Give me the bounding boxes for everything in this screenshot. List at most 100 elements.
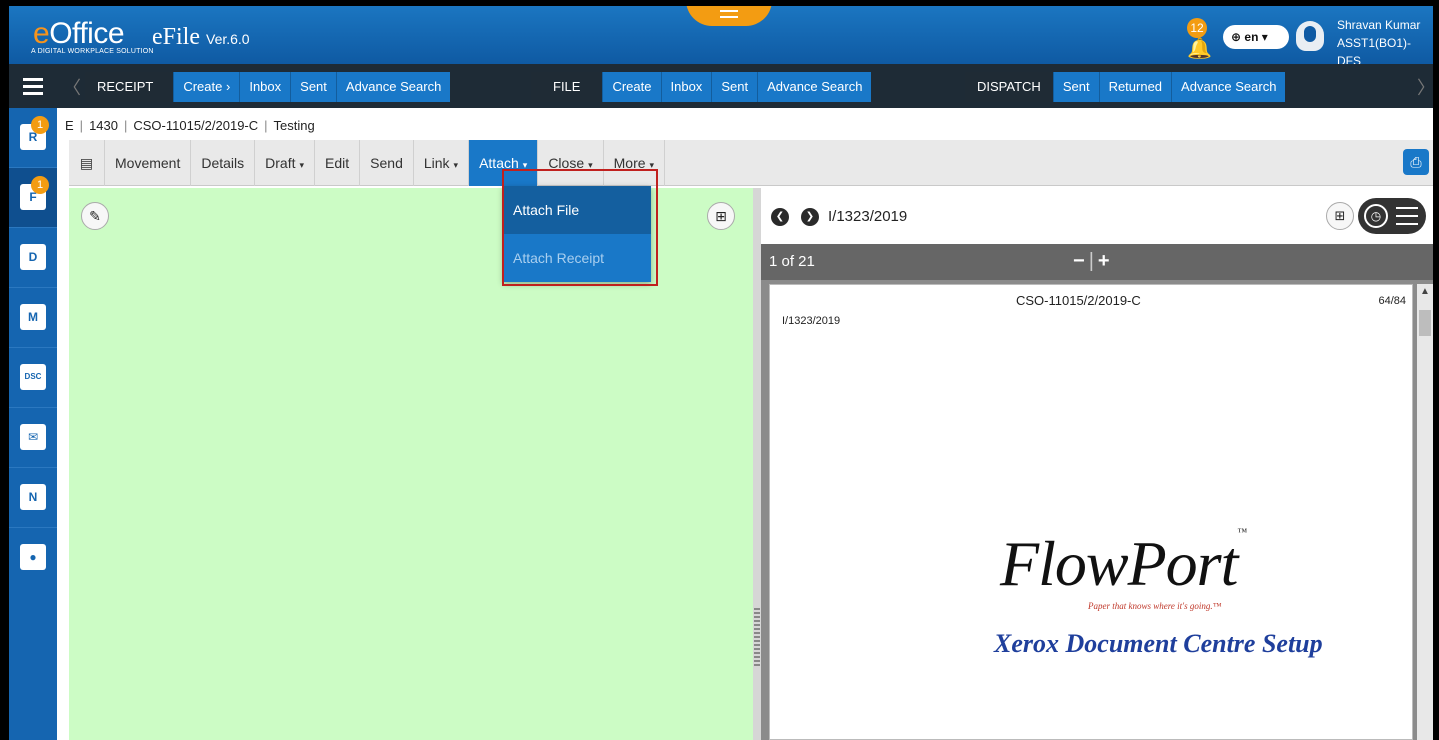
document-nav: ❮ ❯ I/1323/2019 ⊞ ◷ [761, 188, 1433, 244]
dispatch-icon: D [20, 244, 46, 270]
receipt-sent-button[interactable]: Sent [290, 72, 336, 102]
details-button[interactable]: Details [191, 140, 256, 186]
file-create-button[interactable]: Create [602, 72, 661, 102]
app-version: Ver.6.0 [206, 31, 250, 47]
dispatch-label[interactable]: DISPATCH [965, 72, 1053, 102]
expand-icon: ⊞ [1334, 208, 1346, 223]
left-sidebar: R 1 F 1 D M DSC ✉ N ● [9, 108, 57, 740]
edit-button[interactable]: Edit [315, 140, 361, 186]
logo-office: Office [49, 17, 124, 50]
splitter-grip[interactable] [754, 608, 760, 668]
file-sent-button[interactable]: Sent [711, 72, 758, 102]
file-advance-search-button[interactable]: Advance Search [757, 72, 872, 102]
sidebar-item-file[interactable]: F 1 [9, 168, 57, 228]
file-type: E [65, 118, 74, 133]
dsc-icon: DSC [20, 364, 46, 390]
globe-icon: ⊕ [1231, 30, 1242, 44]
expand-pane-button[interactable]: ⊞ [707, 202, 735, 230]
receipt-create-button[interactable]: Create › [173, 72, 240, 102]
history-list-toggle[interactable]: ◷ [1358, 198, 1426, 234]
dispatch-sent-button[interactable]: Sent [1052, 72, 1099, 102]
viewer-scrollbar[interactable]: ▲ [1417, 284, 1433, 740]
chevron-right-icon: › [226, 79, 231, 94]
sidebar-item-mail[interactable]: ✉ [9, 408, 57, 468]
logo-e: e [33, 17, 50, 50]
next-doc-icon[interactable]: ❯ [801, 208, 819, 226]
receipt-advance-search-button[interactable]: Advance Search [335, 72, 451, 102]
send-button[interactable]: Send [360, 140, 414, 186]
page-indicator: 1 of 21 [769, 253, 815, 270]
flowport-logo: FlowPort™ [1000, 527, 1247, 601]
sidebar-item-notice[interactable]: N [9, 468, 57, 528]
dispatch-nav-group: DISPATCH Sent Returned Advance Search [965, 72, 1286, 102]
app-header: eOffice A DIGITAL WORKPLACE SOLUTION eFi… [9, 6, 1433, 68]
eoffice-logo[interactable]: eOffice A DIGITAL WORKPLACE SOLUTION [31, 17, 154, 56]
write-note-button[interactable]: ✎ [81, 202, 109, 230]
receipt-inbox-button[interactable]: Inbox [239, 72, 291, 102]
sidebar-item-dispatch[interactable]: D [9, 228, 57, 288]
flowport-logo-text: FlowPort [1000, 528, 1238, 599]
scroll-up-icon[interactable]: ▲ [1420, 286, 1430, 297]
hamburger-bar [23, 92, 43, 95]
page-header: CSO-11015/2/2019-C [1016, 293, 1141, 308]
notifications[interactable]: 🔔 12 [1183, 18, 1213, 60]
notice-icon: N [20, 484, 46, 510]
file-number: 1430 [89, 118, 118, 133]
flowport-logo-tm: ™ [1237, 527, 1247, 538]
mail-icon: ✉ [20, 424, 46, 450]
file-label[interactable]: FILE [531, 72, 603, 102]
sidebar-badge: 1 [31, 116, 49, 134]
file-view-icon[interactable]: ▤ [69, 140, 105, 186]
previous-doc-icon[interactable]: ❮ [771, 208, 789, 226]
collapse-header-tab[interactable] [686, 6, 772, 26]
movement-button[interactable]: Movement [105, 140, 192, 186]
draft-dropdown[interactable]: Draft ▾ [255, 140, 316, 186]
file-inbox-button[interactable]: Inbox [660, 72, 712, 102]
master-icon: M [20, 304, 46, 330]
pane-splitter[interactable] [753, 188, 761, 740]
link-label: Link [423, 155, 450, 171]
nav-scroll-left-icon[interactable]: 〈 [63, 74, 81, 100]
user-name: Shravan Kumar [1337, 18, 1421, 32]
sidebar-item-dsc[interactable]: DSC [9, 348, 57, 408]
viewer-toolbar: 1 of 21 − | + [761, 244, 1433, 280]
zoom-in-icon[interactable]: + [1098, 250, 1110, 272]
dispatch-returned-button[interactable]: Returned [1098, 72, 1172, 102]
nav-scroll-right-icon[interactable]: 〉 [1417, 74, 1433, 100]
top-navigation: 〈 RECEIPT Create › Inbox Sent Advance Se… [57, 64, 1433, 108]
file-nav-group: FILE Create Inbox Sent Advance Search [531, 72, 872, 102]
language-value: en [1244, 30, 1259, 44]
link-dropdown[interactable]: Link ▾ [414, 140, 470, 186]
file-code: CSO-11015/2/2019-C [133, 118, 259, 133]
screen-frame: eOffice A DIGITAL WORKPLACE SOLUTION eFi… [0, 0, 1439, 740]
expand-viewer-button[interactable]: ⊞ [1326, 202, 1354, 230]
app-name: eFile [152, 24, 200, 50]
print-button[interactable]: ⎙ [1403, 149, 1429, 175]
sidebar-item-master[interactable]: M [9, 288, 57, 348]
receipt-nav-group: RECEIPT Create › Inbox Sent Advance Sear… [85, 72, 451, 102]
menu-toggle-button[interactable] [9, 64, 57, 108]
document-page: CSO-11015/2/2019-C 64/84 I/1323/2019 Flo… [769, 284, 1413, 740]
caret-down-icon: ▾ [453, 160, 459, 170]
hamburger-bar [23, 85, 43, 88]
avatar[interactable] [1296, 21, 1324, 51]
page-number: 64/84 [1378, 295, 1406, 307]
list-icon [1396, 207, 1418, 225]
scroll-thumb[interactable] [1419, 310, 1431, 336]
sidebar-item-receipt[interactable]: R 1 [9, 108, 57, 168]
chevron-down-icon: ▾ [1261, 30, 1268, 44]
sidebar-badge: 1 [31, 176, 49, 194]
receipt-label[interactable]: RECEIPT [85, 72, 174, 102]
logo-tagline: A DIGITAL WORKPLACE SOLUTION [31, 48, 154, 55]
expand-icon: ⊞ [715, 208, 727, 224]
file-subject: Testing [273, 118, 315, 133]
language-selector[interactable]: ⊕ en ▾ [1223, 25, 1289, 49]
document-heading: Xerox Document Centre Setup [994, 629, 1323, 658]
user-icon: ● [20, 544, 46, 570]
dispatch-advance-search-button[interactable]: Advance Search [1171, 72, 1286, 102]
hamburger-bar [23, 78, 43, 81]
zoom-out-icon[interactable]: − [1073, 250, 1085, 272]
user-menu[interactable]: Shravan Kumar ASST1(BO1)-DFS [1337, 16, 1433, 70]
pen-icon: ✎ [89, 208, 101, 224]
sidebar-item-user[interactable]: ● [9, 528, 57, 588]
